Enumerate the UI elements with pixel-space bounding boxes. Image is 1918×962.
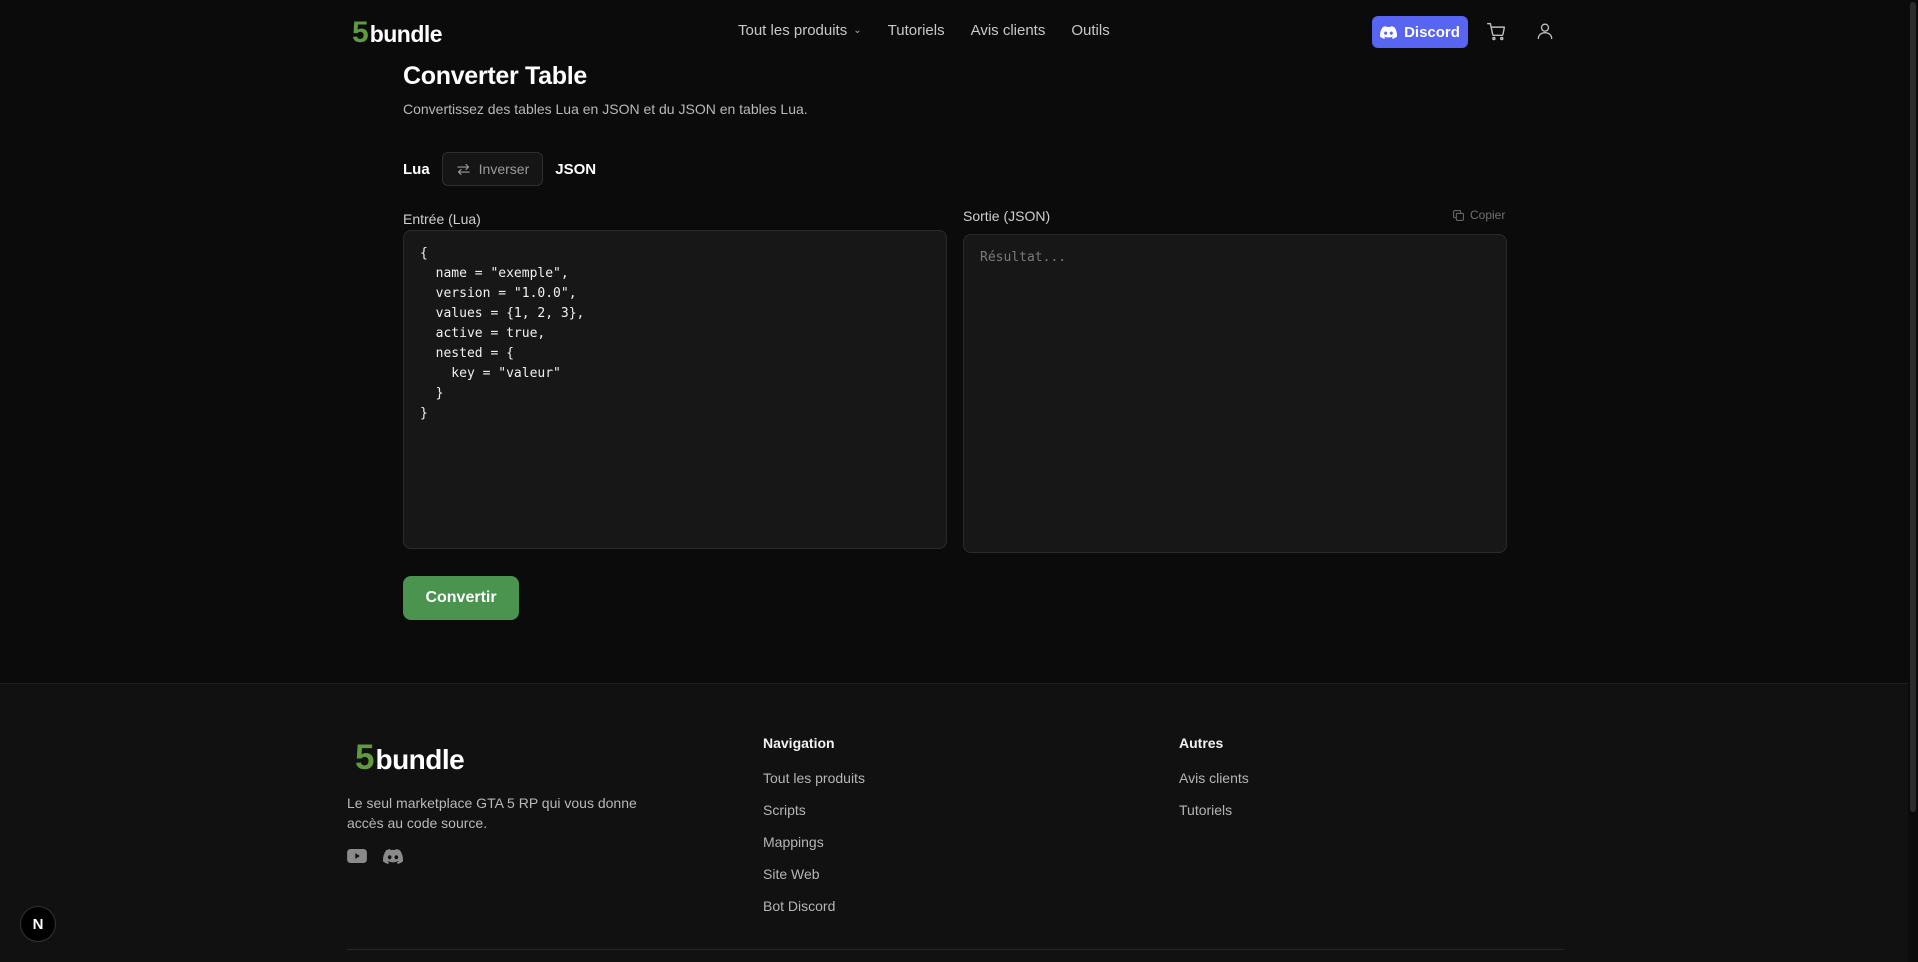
discord-button-label: Discord — [1404, 23, 1460, 41]
footer-link-tutorials[interactable]: Tutoriels — [1179, 802, 1249, 834]
footer-link-website[interactable]: Site Web — [763, 866, 865, 898]
nav-item-reviews[interactable]: Avis clients — [971, 22, 1046, 39]
page-scrollbar[interactable] — [1908, 0, 1918, 962]
footer-link-reviews[interactable]: Avis clients — [1179, 770, 1249, 802]
footer-tagline: Le seul marketplace GTA 5 RP qui vous do… — [347, 795, 637, 831]
footer-link-products[interactable]: Tout les produits — [763, 770, 865, 802]
nav-item-tutorials[interactable]: Tutoriels — [888, 22, 945, 39]
mode-from-label: Lua — [403, 160, 430, 178]
nav-item-label: Outils — [1071, 22, 1110, 39]
dev-tools-badge[interactable]: N — [20, 906, 56, 942]
footer-navigation-list: Tout les produits Scripts Mappings Site … — [763, 770, 865, 930]
nav-item-products[interactable]: Tout les produits ⌄ — [738, 22, 862, 39]
user-icon[interactable] — [1535, 20, 1555, 47]
logo[interactable]: 5 bundle — [352, 16, 443, 50]
site-header: 5 bundle Tout les produits ⌄ Tutoriels A… — [0, 0, 1918, 64]
copy-button[interactable]: Copier — [1452, 208, 1505, 222]
footer-link-bot-discord[interactable]: Bot Discord — [763, 898, 865, 930]
main-nav: Tout les produits ⌄ Tutoriels Avis clien… — [738, 22, 1136, 39]
lua-input-editor[interactable] — [403, 230, 947, 549]
discord-button[interactable]: Discord — [1372, 16, 1468, 48]
footer-others-list: Avis clients Tutoriels — [1179, 770, 1249, 834]
chevron-down-icon: ⌄ — [853, 25, 862, 36]
logo-number: 5 — [352, 16, 369, 49]
copy-button-label: Copier — [1470, 208, 1506, 222]
footer-logo[interactable]: 5 bundle — [355, 738, 465, 778]
scrollbar-thumb[interactable] — [1910, 2, 1916, 812]
nav-item-label: Tutoriels — [887, 22, 945, 39]
nav-item-label: Avis clients — [970, 22, 1046, 39]
cart-icon[interactable] — [1486, 21, 1507, 47]
input-label: Entrée (Lua) — [403, 211, 481, 227]
output-label: Sortie (JSON) — [963, 208, 1051, 224]
nav-item-label: Tout les produits — [738, 22, 848, 39]
footer-link-mappings[interactable]: Mappings — [763, 834, 865, 866]
json-output-editor[interactable] — [963, 234, 1507, 553]
footer-logo-word: bundle — [375, 744, 465, 775]
discord-icon[interactable] — [383, 849, 404, 869]
nav-item-tools[interactable]: Outils — [1071, 22, 1109, 39]
swap-button[interactable]: Inverser — [441, 152, 544, 186]
site-footer: 5 bundle Le seul marketplace GTA 5 RP qu… — [0, 683, 1918, 962]
page-subtitle: Convertissez des tables Lua en JSON et d… — [403, 101, 808, 117]
discord-icon — [1380, 25, 1398, 39]
mode-switcher: Lua Inverser JSON — [403, 152, 596, 186]
mode-to-label: JSON — [555, 160, 597, 178]
footer-navigation-title: Navigation — [763, 735, 835, 751]
footer-others-title: Autres — [1179, 735, 1224, 751]
footer-link-scripts[interactable]: Scripts — [763, 802, 865, 834]
swap-icon — [456, 163, 470, 175]
footer-divider — [347, 949, 1564, 950]
page-title: Converter Table — [403, 62, 587, 90]
logo-word: bundle — [369, 21, 443, 47]
convert-button[interactable]: Convertir — [403, 576, 519, 620]
footer-logo-number: 5 — [355, 738, 374, 777]
copy-icon — [1453, 209, 1464, 221]
youtube-icon[interactable] — [347, 849, 367, 868]
swap-button-label: Inverser — [478, 161, 530, 177]
